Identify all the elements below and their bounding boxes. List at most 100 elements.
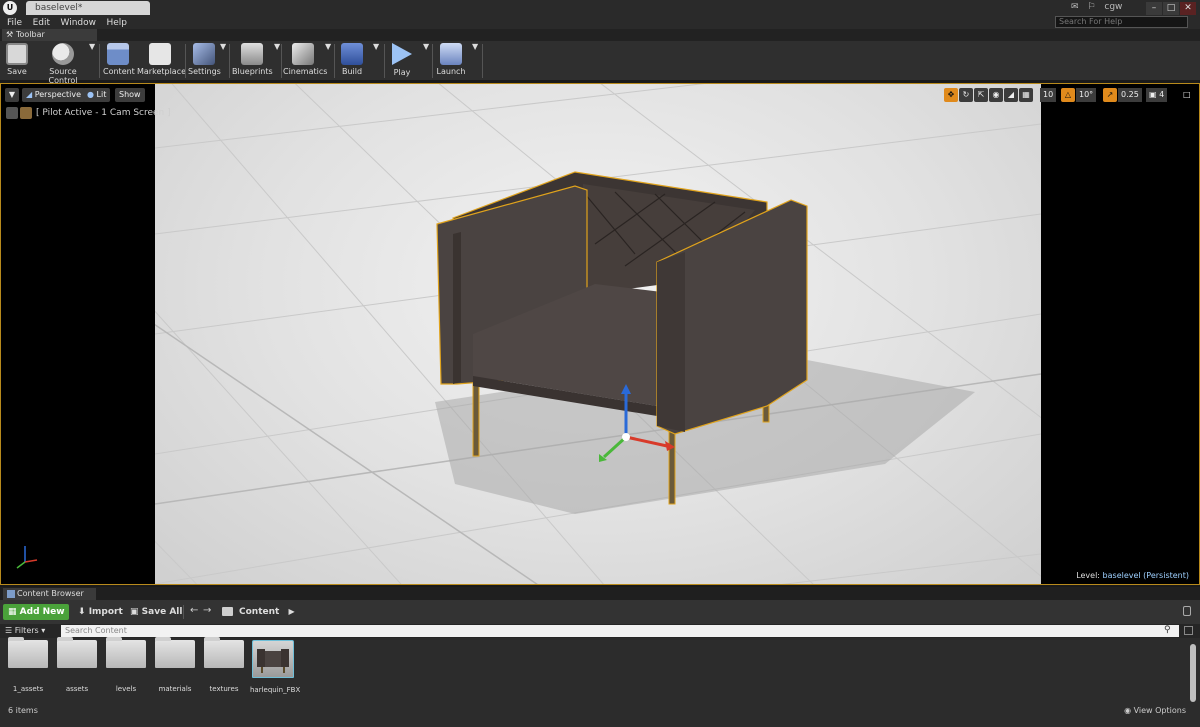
filter-bar: ☰ Filters ▾ Search Content ⚲	[0, 624, 1200, 638]
blueprints-dropdown-icon[interactable]: ▼	[274, 42, 280, 80]
asset-folder-materials[interactable]: materials	[152, 637, 198, 693]
perspective-label: Perspective	[34, 90, 82, 99]
asset-folder-levels[interactable]: levels	[103, 637, 149, 693]
menu-window[interactable]: Window	[61, 16, 97, 30]
surface-snap-icon[interactable]: ◢	[1004, 88, 1018, 102]
add-new-button[interactable]: ▦ Add New ▾	[3, 604, 69, 633]
cinematics-label: Cinematics	[283, 67, 328, 76]
menu-edit[interactable]: Edit	[33, 16, 50, 30]
scale-tool-icon[interactable]: ⇱	[974, 88, 988, 102]
document-tab[interactable]: baselevel*	[26, 1, 150, 15]
asset-folder-harlequin-fbx[interactable]: harlequin_FBX	[250, 640, 300, 694]
rotate-tool-icon[interactable]: ↻	[959, 88, 973, 102]
grid-snap-value[interactable]: 10	[1040, 88, 1059, 102]
camera-lock-icon[interactable]	[20, 107, 32, 119]
filters-button[interactable]: ☰ Filters ▾	[5, 625, 45, 637]
folder-icon	[8, 637, 48, 668]
menu-file[interactable]: File	[7, 16, 22, 30]
add-icon: ▦	[8, 607, 17, 617]
source-control-button[interactable]: Source Control	[34, 42, 92, 85]
close-icon[interactable]: ✕	[1180, 2, 1196, 15]
cinematics-dropdown-icon[interactable]: ▼	[325, 42, 331, 80]
camera-speed-value[interactable]: ▣ 4	[1146, 88, 1168, 102]
play-icon	[392, 43, 412, 65]
menu-help[interactable]: Help	[107, 16, 128, 30]
scale-snap[interactable]: ↗ 0.25	[1103, 88, 1145, 102]
save-button[interactable]: Save	[4, 42, 30, 80]
eject-pilot-icon[interactable]	[6, 107, 18, 119]
path-breadcrumb[interactable]: Content ▶	[239, 604, 295, 620]
content-browser-toolbar: ▦ Add New ▾ ⬇ Import ▣ Save All ← → Cont…	[0, 600, 1200, 633]
asset-folder-1-assets[interactable]: 1_assets	[5, 637, 51, 693]
view-options-button[interactable]: ◉ View Options	[1124, 706, 1186, 715]
coordinate-system-icon[interactable]: ◉	[989, 88, 1003, 102]
translate-tool-icon[interactable]: ✥	[944, 88, 958, 102]
build-button[interactable]: Build	[338, 42, 366, 80]
minimize-icon[interactable]: –	[1146, 2, 1162, 15]
scale-snap-value[interactable]: 0.25	[1118, 88, 1142, 102]
content-scrollbar[interactable]	[1190, 644, 1196, 702]
dock-icon[interactable]	[1184, 626, 1193, 635]
play-dropdown-icon[interactable]: ▼	[423, 42, 429, 80]
folder-icon	[204, 637, 244, 668]
unreal-logo-icon: U	[3, 1, 17, 15]
asset-folder-textures[interactable]: textures	[201, 637, 247, 693]
search-help-input[interactable]: Search For Help	[1055, 16, 1188, 28]
lit-button[interactable]: ● Lit	[83, 88, 111, 102]
play-button[interactable]: Play	[388, 42, 416, 80]
save-all-icon: ▣	[130, 607, 139, 617]
back-arrow-icon[interactable]: ←	[190, 605, 198, 616]
level-viewport[interactable]: ▼ ◢ Perspective ● Lit Show [ Pilot Activ…	[0, 83, 1200, 585]
lock-icon[interactable]	[1183, 606, 1191, 616]
launch-dropdown-icon[interactable]: ▼	[472, 42, 478, 80]
search-icon[interactable]: ⚲	[1164, 625, 1171, 635]
asset-folder-assets[interactable]: assets	[54, 637, 100, 693]
asset-name: materials	[158, 685, 192, 693]
viewport-options-button[interactable]: ▼	[5, 88, 19, 102]
build-icon	[341, 43, 363, 65]
search-content-input[interactable]: Search Content	[61, 625, 1179, 637]
scale-snap-icon[interactable]: ↗	[1103, 88, 1117, 102]
lit-icon: ●	[87, 90, 94, 99]
build-dropdown-icon[interactable]: ▼	[373, 42, 379, 80]
viewport-scene[interactable]	[155, 84, 1041, 584]
source-control-dropdown-icon[interactable]: ▼	[89, 42, 95, 80]
blueprints-button[interactable]: Blueprints	[232, 42, 273, 80]
filter-icon: ☰	[5, 626, 13, 635]
perspective-button[interactable]: ◢ Perspective	[22, 88, 86, 102]
import-icon: ⬇	[78, 607, 86, 617]
path-chevron-icon[interactable]: ▶	[288, 607, 294, 616]
cinematics-button[interactable]: Cinematics	[283, 42, 327, 80]
folder-icon	[106, 637, 146, 668]
toolbar-tab[interactable]: ⚒ Toolbar	[2, 29, 97, 41]
save-all-button[interactable]: ▣ Save All	[130, 604, 182, 620]
rotation-snap[interactable]: △ 10°	[1061, 88, 1099, 102]
marketplace-button[interactable]: Marketplace	[137, 42, 187, 80]
content-button[interactable]: Content	[103, 42, 135, 80]
user-name[interactable]: cgw	[1104, 2, 1122, 12]
asset-name: 1_assets	[12, 685, 44, 693]
content-browser-tab[interactable]: Content Browser	[3, 588, 96, 600]
cinematics-icon	[292, 43, 314, 65]
maximize-icon[interactable]: □	[1163, 2, 1179, 15]
title-bar: U baselevel* ✉ ⚐ cgw – □ ✕	[0, 0, 1200, 15]
level-label: Level: baselevel (Persistent)	[1076, 571, 1189, 580]
show-button[interactable]: Show	[115, 88, 145, 102]
forward-arrow-icon[interactable]: →	[203, 605, 211, 616]
chat-icon[interactable]: ✉	[1071, 2, 1079, 12]
level-name: baselevel (Persistent)	[1102, 571, 1189, 580]
rotation-snap-icon[interactable]: △	[1061, 88, 1075, 102]
asset-name: textures	[209, 685, 239, 693]
settings-dropdown-icon[interactable]: ▼	[220, 42, 226, 80]
title-bar-icons: ✉ ⚐ cgw	[1071, 2, 1128, 12]
marketplace-label: Marketplace	[137, 67, 187, 76]
camera-speed[interactable]: ▣ 4	[1146, 88, 1170, 102]
import-button[interactable]: ⬇ Import	[78, 604, 123, 620]
feedback-icon[interactable]: ⚐	[1087, 2, 1095, 12]
launch-button[interactable]: Launch	[435, 42, 467, 80]
maximize-viewport-icon[interactable]: □	[1183, 88, 1191, 102]
grid-snap-icon[interactable]: ▦	[1019, 88, 1033, 102]
blueprints-label: Blueprints	[232, 67, 273, 76]
rotation-snap-value[interactable]: 10°	[1076, 88, 1097, 102]
settings-button[interactable]: Settings	[188, 42, 221, 80]
